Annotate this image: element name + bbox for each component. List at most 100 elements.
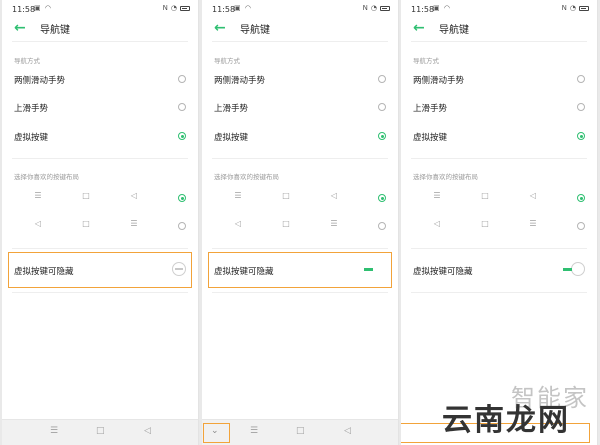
layout-option-2[interactable]: ◁ □ ☰: [214, 217, 386, 237]
wifi-icon: ◔: [170, 4, 177, 12]
divider: [411, 158, 587, 159]
hide-keys-row[interactable]: 虚拟按键可隐藏: [413, 262, 585, 282]
option-label: 上滑手势: [413, 104, 448, 114]
highlight-box: [208, 252, 392, 288]
radio-button[interactable]: [378, 75, 386, 83]
option-virtual-keys[interactable]: 虚拟按键: [413, 127, 585, 147]
layout-option-1[interactable]: ☰ □ ◁: [14, 189, 186, 209]
option-label: 虚拟按键: [14, 133, 49, 143]
divider: [212, 248, 388, 249]
battery-icon: [180, 5, 190, 11]
divider: [12, 248, 188, 249]
radio-button[interactable]: [378, 222, 386, 230]
nfc-icon: N: [561, 4, 567, 12]
radio-button-selected[interactable]: [378, 132, 386, 140]
menu-icon: ☰: [330, 219, 338, 228]
radio-button-selected[interactable]: [178, 132, 186, 140]
option-both-side-swipe[interactable]: 两侧滑动手势: [413, 70, 585, 90]
back-icon: ◁: [130, 191, 138, 200]
layout-label: 选择你喜欢的按键布局: [214, 173, 279, 181]
status-bar: 11:58 ▣ ◠ N ◔: [401, 0, 597, 18]
nfc-icon: N: [362, 4, 368, 12]
back-icon: ◁: [34, 219, 42, 228]
divider: [212, 158, 388, 159]
back-icon: ◁: [433, 219, 441, 228]
home-icon: □: [481, 191, 489, 200]
divider: [411, 248, 587, 249]
back-arrow-icon[interactable]: ←: [14, 20, 26, 36]
phone-screen-2: 11:58 ▣ ◠ N ◔ ← 导航键 导航方式 两侧滑动手势 上滑手势 虚拟按…: [202, 0, 399, 445]
option-label: 两侧滑动手势: [14, 76, 66, 86]
option-swipe-up[interactable]: 上滑手势: [14, 98, 186, 118]
notification-icons: ▣ ◠: [34, 4, 52, 12]
layout-option-2[interactable]: ◁ □ ☰: [413, 217, 585, 237]
status-icons: N ◔: [363, 4, 390, 12]
divider: [212, 292, 388, 293]
home-key-icon[interactable]: □: [96, 426, 105, 436]
nav-mode-label: 导航方式: [214, 57, 240, 65]
option-both-side-swipe[interactable]: 两侧滑动手势: [14, 70, 186, 90]
menu-icon: ☰: [130, 219, 138, 228]
radio-button-selected[interactable]: [378, 194, 386, 202]
menu-key-icon[interactable]: ☰: [250, 426, 258, 436]
radio-button[interactable]: [577, 222, 585, 230]
option-virtual-keys[interactable]: 虚拟按键: [14, 127, 186, 147]
toggle-knob: [571, 262, 585, 276]
home-key-icon[interactable]: □: [296, 426, 305, 436]
divider: [411, 292, 587, 293]
watermark-bottom: 云南龙网: [442, 403, 570, 438]
radio-button-selected[interactable]: [178, 194, 186, 202]
option-swipe-up[interactable]: 上滑手势: [214, 98, 386, 118]
back-arrow-icon[interactable]: ←: [214, 20, 226, 36]
home-icon: □: [282, 191, 290, 200]
option-label: 两侧滑动手势: [214, 76, 266, 86]
status-time: 11:58: [212, 5, 236, 14]
option-both-side-swipe[interactable]: 两侧滑动手势: [214, 70, 386, 90]
option-label: 虚拟按键: [413, 133, 448, 143]
back-key-icon[interactable]: ◁: [344, 426, 351, 436]
option-swipe-up[interactable]: 上滑手势: [413, 98, 585, 118]
radio-button[interactable]: [178, 222, 186, 230]
radio-button-selected[interactable]: [577, 132, 585, 140]
highlight-box: [203, 423, 230, 443]
option-label: 虚拟按键: [214, 133, 249, 143]
divider: [212, 41, 388, 42]
page-title: 导航键: [240, 25, 270, 36]
home-icon: □: [82, 219, 90, 228]
radio-button[interactable]: [378, 103, 386, 111]
menu-icon: ☰: [433, 191, 441, 200]
layout-option-2[interactable]: ◁ □ ☰: [14, 217, 186, 237]
layout-option-1[interactable]: ☰ □ ◁: [413, 189, 585, 209]
radio-button[interactable]: [178, 103, 186, 111]
battery-icon: [380, 5, 390, 11]
menu-icon: ☰: [34, 191, 42, 200]
back-icon: ◁: [234, 219, 242, 228]
radio-button[interactable]: [178, 75, 186, 83]
back-icon: ◁: [330, 191, 338, 200]
hide-keys-toggle[interactable]: [559, 262, 585, 276]
radio-button[interactable]: [577, 103, 585, 111]
toggle-bar: [563, 268, 572, 271]
option-virtual-keys[interactable]: 虚拟按键: [214, 127, 386, 147]
phone-screen-3: 11:58 ▣ ◠ N ◔ ← 导航键 导航方式 两侧滑动手势 上滑手势 虚拟按…: [401, 0, 598, 445]
radio-button[interactable]: [577, 75, 585, 83]
home-icon: □: [481, 219, 489, 228]
status-time: 11:58: [12, 5, 36, 14]
radio-button-selected[interactable]: [577, 194, 585, 202]
wifi-icon: ◔: [569, 4, 576, 12]
divider: [411, 41, 587, 42]
nfc-icon: N: [162, 4, 168, 12]
highlight-box: [8, 252, 192, 288]
title-bar: ← 导航键: [202, 18, 398, 40]
menu-icon: ☰: [234, 191, 242, 200]
back-arrow-icon[interactable]: ←: [413, 20, 425, 36]
notification-icons: ▣ ◠: [433, 4, 451, 12]
status-bar: 11:58 ▣ ◠ N ◔: [202, 0, 398, 18]
hide-keys-label: 虚拟按键可隐藏: [413, 267, 473, 277]
back-key-icon[interactable]: ◁: [144, 426, 151, 436]
divider: [12, 158, 188, 159]
page-title: 导航键: [439, 25, 469, 36]
status-icons: N ◔: [562, 4, 589, 12]
menu-key-icon[interactable]: ☰: [50, 426, 58, 436]
layout-option-1[interactable]: ☰ □ ◁: [214, 189, 386, 209]
